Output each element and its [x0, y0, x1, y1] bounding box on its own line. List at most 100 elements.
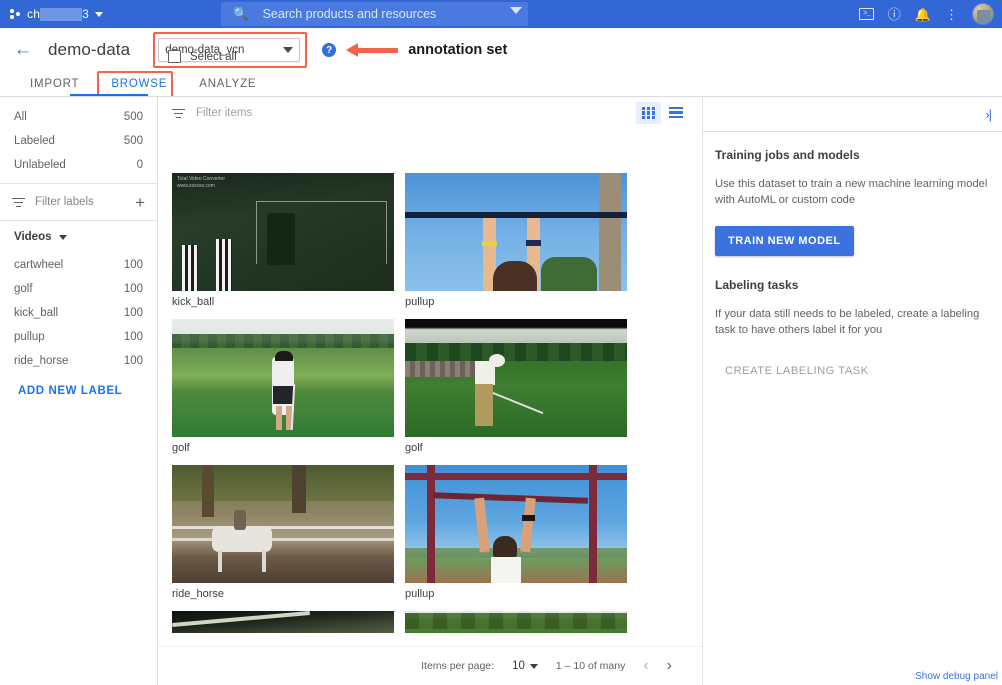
- tab-analyze[interactable]: ANALYZE: [183, 78, 272, 96]
- filter-labels-input[interactable]: Filter labels: [35, 196, 125, 208]
- grid-view-icon[interactable]: [636, 102, 661, 124]
- label-name: pullup: [14, 331, 45, 343]
- label-group-videos[interactable]: Videos: [0, 221, 157, 253]
- search-expand-icon[interactable]: [510, 7, 522, 14]
- add-new-label-button[interactable]: ADD NEW LABEL: [0, 373, 157, 397]
- show-debug-panel-link[interactable]: Show debug panel: [915, 671, 998, 682]
- video-thumbnail[interactable]: [172, 319, 394, 437]
- labeling-section-body: If your data still needs to be labeled, …: [715, 308, 980, 336]
- watermark-text: Total Video Converter www.xxxxxx.com: [177, 176, 225, 189]
- chevron-down-icon: [529, 663, 538, 669]
- grid-item-label: golf: [405, 442, 423, 454]
- grid-item[interactable]: golf: [172, 319, 394, 455]
- select-all-checkbox[interactable]: Select all: [168, 50, 237, 63]
- sidebar-item-count: 500: [123, 135, 143, 147]
- project-name: ch 3: [27, 7, 103, 21]
- video-thumbnail[interactable]: [172, 611, 394, 633]
- grid-item[interactable]: pullup: [405, 173, 627, 309]
- sidebar-item-golf[interactable]: golf 100: [0, 277, 157, 301]
- topbar-actions: >_ ⓘ 🔔 ⋮: [858, 0, 994, 28]
- video-thumbnail[interactable]: [405, 465, 627, 583]
- video-thumbnail[interactable]: Total Video Converter www.xxxxxx.com: [172, 173, 394, 291]
- train-new-model-button[interactable]: TRAIN NEW MODEL: [715, 226, 854, 256]
- training-section-heading: Training jobs and models: [715, 148, 860, 162]
- sidebar-item-label: Labeled: [14, 135, 55, 147]
- labeling-section-heading: Labeling tasks: [715, 278, 799, 292]
- video-thumbnail[interactable]: [405, 319, 627, 437]
- label-count: 100: [123, 259, 143, 271]
- grid-item[interactable]: [172, 611, 394, 633]
- grid-item[interactable]: pullup: [405, 465, 627, 601]
- cloud-shell-icon[interactable]: >_: [858, 8, 874, 20]
- sidebar-item-all[interactable]: All 500: [0, 105, 157, 129]
- video-thumbnail[interactable]: [405, 173, 627, 291]
- grid-item-label: ride_horse: [172, 588, 224, 600]
- sidebar-item-unlabeled[interactable]: Unlabeled 0: [0, 153, 157, 177]
- grid-item[interactable]: ride_horse: [172, 465, 394, 601]
- items-per-page-value: 10: [512, 660, 525, 672]
- label-name: kick_ball: [14, 307, 59, 319]
- grid-item-label: kick_ball: [172, 296, 215, 308]
- label-group-title: Videos: [14, 231, 52, 243]
- add-label-plus-icon[interactable]: +: [135, 194, 145, 211]
- help-icon[interactable]: ?: [322, 43, 337, 57]
- sidebar: All 500 Labeled 500 Unlabeled 0 Filter l…: [0, 97, 158, 685]
- prev-page-button[interactable]: ‹: [643, 658, 648, 674]
- collapse-panel-icon[interactable]: ›|: [985, 107, 992, 122]
- sidebar-item-count: 0: [136, 159, 143, 171]
- grid-item[interactable]: golf: [405, 319, 627, 455]
- grid-item[interactable]: [405, 611, 627, 633]
- project-selector[interactable]: ch 3: [10, 7, 103, 21]
- video-thumbnail[interactable]: [172, 465, 394, 583]
- annotation-set-callout: annotation set: [346, 42, 507, 58]
- more-vert-icon[interactable]: ⋮: [945, 8, 958, 21]
- tab-bar: IMPORT BROWSE ANALYZE: [0, 71, 1002, 99]
- label-name: golf: [14, 283, 33, 295]
- avatar[interactable]: [972, 3, 994, 25]
- label-name: cartwheel: [14, 259, 64, 271]
- page-title: demo-data: [48, 40, 131, 59]
- paginator: Items per page: 10 1 – 10 of many ‹ ›: [158, 646, 702, 685]
- sidebar-item-pullup[interactable]: pullup 100: [0, 325, 157, 349]
- sidebar-item-ride-horse[interactable]: ride_horse 100: [0, 349, 157, 373]
- grid-item-label: golf: [172, 442, 190, 454]
- grid-item-label: pullup: [405, 296, 435, 308]
- filter-labels-row[interactable]: Filter labels +: [0, 184, 157, 220]
- next-page-button[interactable]: ›: [667, 658, 672, 674]
- chevron-down-icon: [58, 234, 67, 240]
- callout-label: annotation set: [408, 42, 508, 58]
- label-count: 100: [123, 331, 143, 343]
- filter-icon: [172, 108, 185, 119]
- sidebar-item-count: 500: [123, 111, 143, 123]
- project-name-prefix: ch: [27, 7, 41, 21]
- label-count: 100: [123, 283, 143, 295]
- back-button[interactable]: ←: [12, 39, 34, 61]
- cloud-logo-icon: [10, 8, 22, 20]
- filter-items-input[interactable]: Filter items: [196, 107, 252, 119]
- right-panel-header: ›|: [703, 97, 1002, 132]
- list-view-icon[interactable]: [663, 102, 688, 124]
- sidebar-item-labeled[interactable]: Labeled 500: [0, 129, 157, 153]
- search-input[interactable]: 🔍 Search products and resources: [221, 2, 528, 26]
- items-per-page-select[interactable]: 10: [512, 660, 538, 672]
- label-count: 100: [123, 307, 143, 319]
- sidebar-label-list: cartwheel 100 golf 100 kick_ball 100 pul…: [0, 253, 157, 373]
- bell-icon[interactable]: 🔔: [915, 8, 931, 21]
- grid-item[interactable]: Total Video Converter www.xxxxxx.com kick…: [172, 173, 394, 309]
- sidebar-item-kick-ball[interactable]: kick_ball 100: [0, 301, 157, 325]
- help-icon[interactable]: ⓘ: [888, 8, 901, 21]
- page-range-text: 1 – 10 of many: [555, 660, 626, 672]
- callout-arrow-icon: [346, 43, 399, 57]
- label-count: 100: [123, 355, 143, 367]
- top-navigation-bar: ch 3 🔍 Search products and resources >_ …: [0, 0, 1002, 28]
- create-labeling-task-button[interactable]: CREATE LABELING TASK: [715, 356, 879, 386]
- sidebar-item-cartwheel[interactable]: cartwheel 100: [0, 253, 157, 277]
- sidebar-item-label: Unlabeled: [14, 159, 66, 171]
- checkbox-box[interactable]: [168, 50, 181, 63]
- grid-item-label: pullup: [405, 588, 435, 600]
- search-placeholder: Search products and resources: [262, 7, 437, 21]
- items-per-page-label: Items per page:: [421, 660, 495, 672]
- search-icon: 🔍: [233, 6, 249, 21]
- video-thumbnail[interactable]: [405, 611, 627, 633]
- right-panel-body: Training jobs and models Use this datase…: [703, 132, 1002, 386]
